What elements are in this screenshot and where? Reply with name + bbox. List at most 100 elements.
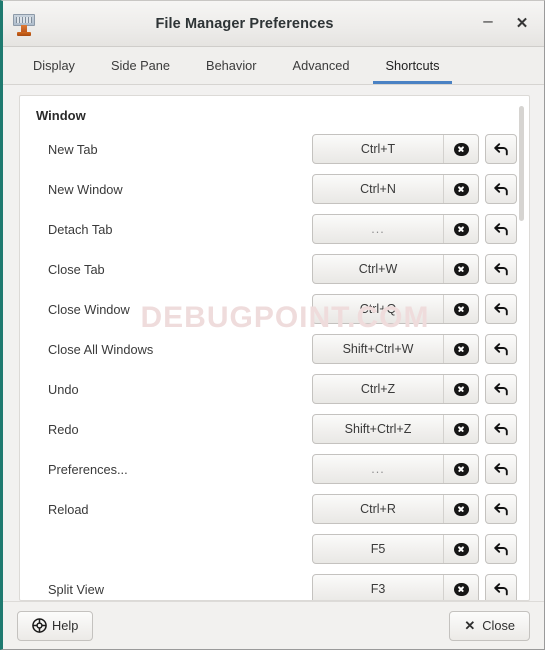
undo-arrow-icon (493, 582, 508, 595)
shortcut-accel-text: Ctrl+T (313, 135, 444, 163)
revert-shortcut-button[interactable] (485, 254, 517, 284)
revert-shortcut-button[interactable] (485, 574, 517, 600)
preferences-window: File Manager Preferences – ✕ Display Sid… (0, 0, 545, 650)
shortcut-controls: Ctrl+Z (312, 374, 517, 404)
shortcut-controls: F5 (312, 534, 517, 564)
revert-shortcut-button[interactable] (485, 374, 517, 404)
revert-shortcut-button[interactable] (485, 294, 517, 324)
shortcut-action-label: Split View (48, 581, 104, 597)
shortcut-accel-text: F3 (313, 575, 444, 600)
table-row[interactable]: New Window Ctrl+N (34, 169, 517, 209)
clear-x-icon (453, 342, 469, 356)
clear-shortcut-button[interactable] (444, 215, 478, 243)
shortcut-entry[interactable]: ... (312, 454, 479, 484)
shortcut-accel-text: F5 (313, 535, 444, 563)
undo-arrow-icon (493, 502, 508, 515)
scrollbar-thumb[interactable] (519, 106, 524, 221)
shortcut-accel-text: Ctrl+W (313, 255, 444, 283)
tab-display[interactable]: Display (15, 47, 93, 84)
window-controls: – ✕ (478, 11, 532, 37)
revert-shortcut-button[interactable] (485, 174, 517, 204)
clear-shortcut-button[interactable] (444, 415, 478, 443)
table-row[interactable]: Close All Windows Shift+Ctrl+W (34, 329, 517, 369)
shortcut-controls: Shift+Ctrl+Z (312, 414, 517, 444)
shortcut-controls: ... (312, 214, 517, 244)
shortcut-entry[interactable]: Ctrl+W (312, 254, 479, 284)
table-row[interactable]: Preferences... ... (34, 449, 517, 489)
clear-shortcut-button[interactable] (444, 575, 478, 600)
shortcut-action-label: Detach Tab (48, 221, 113, 237)
vertical-scrollbar[interactable] (518, 104, 525, 592)
table-row[interactable]: Close Tab Ctrl+W (34, 249, 517, 289)
shortcut-controls: Shift+Ctrl+W (312, 334, 517, 364)
clear-x-icon (453, 382, 469, 396)
lifebuoy-help-icon (32, 618, 47, 633)
clear-x-icon (453, 142, 469, 156)
table-row[interactable]: Redo Shift+Ctrl+Z (34, 409, 517, 449)
table-row[interactable]: Detach Tab ... (34, 209, 517, 249)
table-row[interactable]: Close Window Ctrl+Q (34, 289, 517, 329)
clear-shortcut-button[interactable] (444, 375, 478, 403)
clear-x-icon (453, 462, 469, 476)
clear-shortcut-button[interactable] (444, 455, 478, 483)
shortcut-controls: F3 (312, 574, 517, 600)
undo-arrow-icon (493, 462, 508, 475)
clear-x-icon (453, 302, 469, 316)
shortcut-accel-text: ... (313, 455, 444, 483)
clear-shortcut-button[interactable] (444, 335, 478, 363)
clear-x-icon (453, 542, 469, 556)
shortcut-entry[interactable]: F5 (312, 534, 479, 564)
shortcut-controls: Ctrl+T (312, 134, 517, 164)
shortcut-controls: Ctrl+N (312, 174, 517, 204)
table-row[interactable]: Split View F3 (34, 569, 517, 600)
clear-shortcut-button[interactable] (444, 535, 478, 563)
shortcut-entry[interactable]: Ctrl+Z (312, 374, 479, 404)
undo-arrow-icon (493, 182, 508, 195)
help-button-label: Help (52, 618, 79, 633)
section-header-window: Window (36, 108, 86, 123)
shortcut-entry[interactable]: Ctrl+T (312, 134, 479, 164)
shortcut-controls: Ctrl+R (312, 494, 517, 524)
tab-bar: Display Side Pane Behavior Advanced Shor… (3, 47, 544, 85)
shortcut-entry[interactable]: ... (312, 214, 479, 244)
undo-arrow-icon (493, 302, 508, 315)
shortcut-action-label: Close Window (48, 301, 130, 317)
shortcut-accel-text: Ctrl+Q (313, 295, 444, 323)
window-title: File Manager Preferences (155, 15, 334, 32)
help-button[interactable]: Help (17, 610, 94, 641)
revert-shortcut-button[interactable] (485, 214, 517, 244)
table-row[interactable]: New Tab Ctrl+T (34, 129, 517, 169)
undo-arrow-icon (493, 222, 508, 235)
clear-shortcut-button[interactable] (444, 295, 478, 323)
table-row[interactable]: F5 (34, 529, 517, 569)
clear-shortcut-button[interactable] (444, 135, 478, 163)
revert-shortcut-button[interactable] (485, 454, 517, 484)
clear-shortcut-button[interactable] (444, 175, 478, 203)
shortcut-entry[interactable]: Shift+Ctrl+W (312, 334, 479, 364)
shortcut-entry[interactable]: Ctrl+R (312, 494, 479, 524)
shortcut-entry[interactable]: F3 (312, 574, 479, 600)
revert-shortcut-button[interactable] (485, 414, 517, 444)
clear-shortcut-button[interactable] (444, 255, 478, 283)
revert-shortcut-button[interactable] (485, 334, 517, 364)
table-row[interactable]: Undo Ctrl+Z (34, 369, 517, 409)
close-window-button[interactable]: ✕ (512, 14, 532, 34)
tab-advanced[interactable]: Advanced (275, 47, 368, 84)
tab-side-pane[interactable]: Side Pane (93, 47, 188, 84)
tab-behavior[interactable]: Behavior (188, 47, 275, 84)
clear-x-icon (453, 582, 469, 596)
shortcut-entry[interactable]: Ctrl+Q (312, 294, 479, 324)
tab-shortcuts[interactable]: Shortcuts (367, 47, 457, 84)
undo-arrow-icon (493, 422, 508, 435)
shortcuts-panel: Window New Tab Ctrl+T New Window Ctrl+N … (3, 85, 544, 601)
shortcut-entry[interactable]: Shift+Ctrl+Z (312, 414, 479, 444)
revert-shortcut-button[interactable] (485, 494, 517, 524)
clear-shortcut-button[interactable] (444, 495, 478, 523)
table-row[interactable]: Reload Ctrl+R (34, 489, 517, 529)
minimize-button[interactable]: – (478, 11, 498, 37)
close-button[interactable]: ✕ Close (449, 610, 530, 641)
shortcut-entry[interactable]: Ctrl+N (312, 174, 479, 204)
revert-shortcut-button[interactable] (485, 134, 517, 164)
shortcut-action-label: Close Tab (48, 261, 105, 277)
revert-shortcut-button[interactable] (485, 534, 517, 564)
